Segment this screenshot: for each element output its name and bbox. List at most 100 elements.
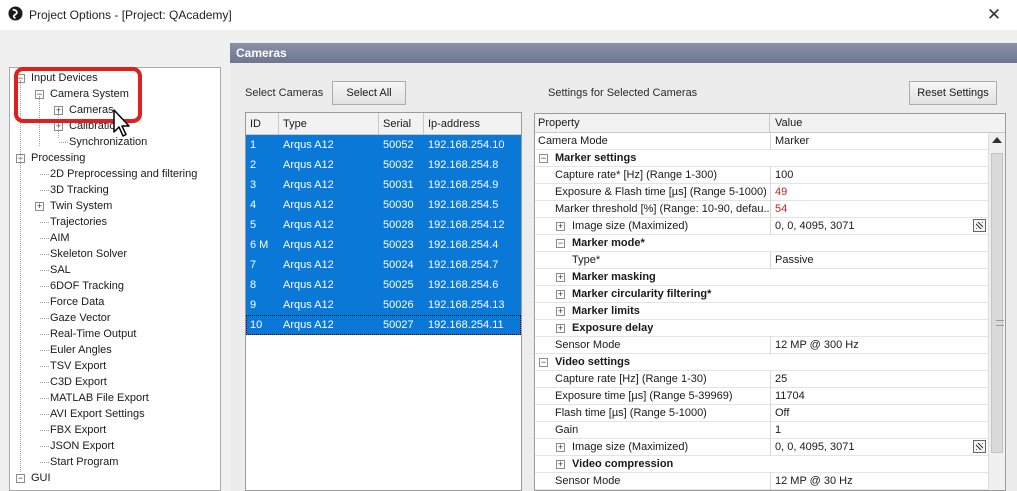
tree-item-gui[interactable]: GUI <box>31 470 51 486</box>
tree-item-processing[interactable]: Processing <box>31 150 85 166</box>
property-value[interactable]: Passive <box>770 252 988 269</box>
property-category-row[interactable]: − Marker mode* <box>535 235 988 252</box>
tree-item-c3d-export[interactable]: C3D Export <box>50 374 107 390</box>
camera-row[interactable]: 5 Arqus A12 50028 192.168.254.12 <box>246 215 521 235</box>
tree-item-matlab-file-export[interactable]: MATLAB File Export <box>50 390 149 406</box>
property-row[interactable]: Sensor Mode 12 MP @ 30 Hz <box>535 473 988 490</box>
property-category-row[interactable]: − Marker settings <box>535 150 988 167</box>
property-grid[interactable]: Property Value Camera Mode Marker − Marker … <box>534 113 1006 491</box>
property-row[interactable]: + Image size (Maximized) 0, 0, 4095, 3071 <box>535 439 988 456</box>
column-header-value[interactable]: Value <box>772 114 972 133</box>
property-category-row[interactable]: + Marker limits <box>535 303 988 320</box>
column-header-serial[interactable]: Serial <box>379 113 424 135</box>
property-row[interactable]: Flash time [µs] (Range 5-1000) Off <box>535 405 988 422</box>
tree-item-force-data[interactable]: Force Data <box>50 294 104 310</box>
property-value[interactable]: 11704 <box>770 388 988 405</box>
property-category-row[interactable]: + Exposure delay <box>535 320 988 337</box>
tree-item-cameras[interactable]: Cameras <box>69 102 114 118</box>
property-category-row[interactable]: + Marker circularity filtering* <box>535 286 988 303</box>
scroll-up-icon[interactable] <box>992 137 1002 143</box>
column-header-ip[interactable]: Ip-address <box>424 113 521 135</box>
property-row[interactable]: Capture rate [Hz] (Range 1-30) 25 <box>535 371 988 388</box>
camera-row[interactable]: 8 Arqus A12 50025 192.168.254.6 <box>246 275 521 295</box>
property-row[interactable]: Camera Mode Marker <box>535 133 988 150</box>
property-grid-scrollbar[interactable] <box>988 133 1005 490</box>
tree-item-sal[interactable]: SAL <box>50 262 71 278</box>
collapse-icon[interactable]: − <box>16 474 25 483</box>
camera-row[interactable]: 2 Arqus A12 50032 192.168.254.8 <box>246 155 521 175</box>
property-value[interactable]: 0, 0, 4095, 3071 <box>770 218 988 235</box>
property-value[interactable]: Marker <box>770 133 988 150</box>
expand-icon[interactable]: + <box>556 222 565 231</box>
collapse-icon[interactable]: − <box>539 358 548 367</box>
property-row[interactable]: + Image size (Maximized) 0, 0, 4095, 3071 <box>535 218 988 235</box>
camera-table[interactable]: ID Type Serial Ip-address 1 Arqus A12 5005… <box>245 112 522 491</box>
camera-row[interactable]: 3 Arqus A12 50031 192.168.254.9 <box>246 175 521 195</box>
property-category-row[interactable]: + Marker masking <box>535 269 988 286</box>
tree-item-skeleton-solver[interactable]: Skeleton Solver <box>50 246 127 262</box>
camera-row[interactable]: 6 M Arqus A12 50023 192.168.254.4 <box>246 235 521 255</box>
select-all-button[interactable]: Select All <box>332 81 406 105</box>
property-category-row[interactable]: + Video compression <box>535 456 988 473</box>
camera-row[interactable]: 9 Arqus A12 50026 192.168.254.13 <box>246 295 521 315</box>
property-row[interactable]: Gain 1 <box>535 422 988 439</box>
tree-item-avi-export-settings[interactable]: AVI Export Settings <box>50 406 145 422</box>
property-row[interactable]: Marker threshold [%] (Range: 10-90, defa… <box>535 201 988 218</box>
tree-item-trajectories[interactable]: Trajectories <box>50 214 107 230</box>
tree-item-json-export[interactable]: JSON Export <box>50 438 114 454</box>
column-header-type[interactable]: Type <box>279 113 379 135</box>
tree-item-gaze-vector[interactable]: Gaze Vector <box>50 310 111 326</box>
expand-icon[interactable]: + <box>556 290 565 299</box>
close-button[interactable]: ✕ <box>971 0 1017 30</box>
property-category-row[interactable]: − Video settings <box>535 354 988 371</box>
image-size-editor-icon[interactable] <box>973 219 986 232</box>
property-row[interactable]: Exposure time [µs] (Range 5-39969) 11704 <box>535 388 988 405</box>
tree-item-tsv-export[interactable]: TSV Export <box>50 358 106 374</box>
property-row[interactable]: Sensor Mode 12 MP @ 300 Hz <box>535 337 988 354</box>
property-row[interactable]: Capture rate* [Hz] (Range 1-300) 100 <box>535 167 988 184</box>
expand-icon[interactable]: + <box>556 307 565 316</box>
camera-row[interactable]: 1 Arqus A12 50052 192.168.254.10 <box>246 135 521 155</box>
expand-icon[interactable]: + <box>35 202 44 211</box>
expand-icon[interactable]: + <box>556 324 565 333</box>
collapse-icon[interactable]: − <box>556 239 565 248</box>
tree-item-synchronization[interactable]: Synchronization <box>69 134 147 150</box>
property-value[interactable]: 0, 0, 4095, 3071 <box>770 439 988 456</box>
tree-item-fbx-export[interactable]: FBX Export <box>50 422 106 438</box>
section-header: Cameras <box>230 43 1017 63</box>
camera-row[interactable]: 10 Arqus A12 50027 192.168.254.11 <box>246 315 521 335</box>
tree-item-twin-system[interactable]: Twin System <box>50 198 112 214</box>
camera-row[interactable]: 7 Arqus A12 50024 192.168.254.7 <box>246 255 521 275</box>
property-value[interactable]: Off <box>770 405 988 422</box>
tree-item-camera-system[interactable]: Camera System <box>50 86 129 102</box>
property-value[interactable]: 25 <box>770 371 988 388</box>
image-size-editor-icon[interactable] <box>973 440 986 453</box>
property-value[interactable]: 12 MP @ 300 Hz <box>770 337 988 354</box>
property-row[interactable]: Exposure & Flash time [µs] (Range 5-1000… <box>535 184 988 201</box>
reset-settings-button[interactable]: Reset Settings <box>909 81 997 105</box>
collapse-icon[interactable]: − <box>539 154 548 163</box>
expand-icon[interactable]: + <box>556 443 565 452</box>
property-value[interactable]: 49 <box>770 184 988 201</box>
column-header-property[interactable]: Property <box>535 114 770 133</box>
property-value[interactable]: 12 MP @ 30 Hz <box>770 473 988 490</box>
tree-item-6dof-tracking[interactable]: 6DOF Tracking <box>50 278 124 294</box>
camera-row[interactable]: 4 Arqus A12 50030 192.168.254.5 <box>246 195 521 215</box>
tree-item-input-devices[interactable]: Input Devices <box>31 70 98 86</box>
property-value[interactable]: 100 <box>770 167 988 184</box>
expand-icon[interactable]: + <box>556 273 565 282</box>
close-icon[interactable]: ✕ <box>987 5 1001 25</box>
property-value[interactable]: 1 <box>770 422 988 439</box>
camera-serial-cell: 50032 <box>383 159 414 171</box>
property-row[interactable]: Type* Passive <box>535 252 988 269</box>
expand-icon[interactable]: + <box>556 460 565 469</box>
tree-item-2d-preprocessing-and-filtering[interactable]: 2D Preprocessing and filtering <box>50 166 197 182</box>
scrollbar-thumb[interactable] <box>991 153 1004 453</box>
tree-item-3d-tracking[interactable]: 3D Tracking <box>50 182 109 198</box>
tree-item-aim[interactable]: AIM <box>50 230 70 246</box>
tree-item-euler-angles[interactable]: Euler Angles <box>50 342 112 358</box>
column-header-id[interactable]: ID <box>246 113 279 135</box>
tree-item-real-time-output[interactable]: Real-Time Output <box>50 326 136 342</box>
tree-item-start-program[interactable]: Start Program <box>50 454 118 470</box>
property-value[interactable]: 54 <box>770 201 988 218</box>
